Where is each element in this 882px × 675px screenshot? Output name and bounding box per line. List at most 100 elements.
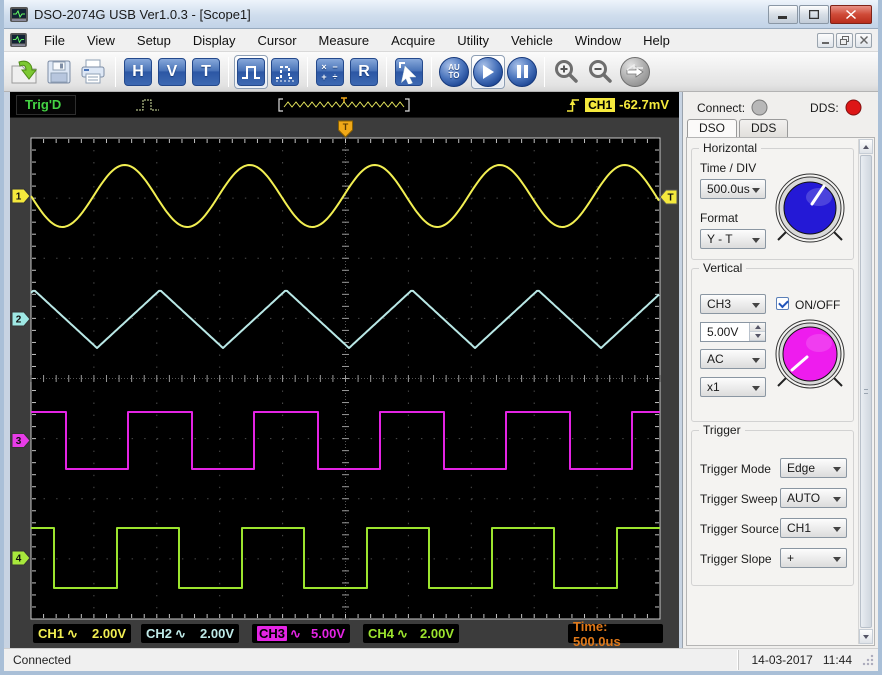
menu-acquire[interactable]: Acquire xyxy=(380,30,446,51)
format-value: Y - T xyxy=(707,232,733,246)
mdi-minimize-icon xyxy=(822,36,830,44)
time-div-select[interactable]: 500.0us xyxy=(700,179,766,199)
toolbar-separator xyxy=(228,57,229,87)
toolbar-separator xyxy=(431,57,432,87)
ch4-position-marker[interactable]: 4 xyxy=(12,551,30,565)
trigger-status-row: Trig'D CH1 -62.7mV xyxy=(10,92,679,118)
mdi-restore-button[interactable] xyxy=(836,33,853,48)
trigger-sweep-select[interactable]: AUTO xyxy=(780,488,847,508)
close-button[interactable] xyxy=(830,5,872,24)
mdi-minimize-button[interactable] xyxy=(817,33,834,48)
svg-text:1: 1 xyxy=(16,192,22,203)
stepper-down-button[interactable] xyxy=(750,332,765,341)
svg-text:+: + xyxy=(321,72,326,82)
menu-file[interactable]: File xyxy=(33,30,76,51)
menu-items: File View Setup Display Cursor Measure A… xyxy=(33,30,817,51)
tab-dds[interactable]: DDS xyxy=(739,119,788,137)
ch3-position-marker[interactable]: 3 xyxy=(12,434,30,448)
coupling-select[interactable]: AC xyxy=(700,349,766,369)
ch2-readout[interactable]: CH2 ∿ 2.00V xyxy=(141,624,239,643)
tab-dso[interactable]: DSO xyxy=(687,119,737,137)
menu-view[interactable]: View xyxy=(76,30,126,51)
ch2-coupling-icon: ∿ xyxy=(175,626,186,642)
autoset-button[interactable]: AUTO xyxy=(437,55,471,89)
probe-select[interactable]: x1 xyxy=(700,377,766,397)
trigger-mode-select[interactable]: Edge xyxy=(780,458,847,478)
volts-div-stepper[interactable]: 5.00V xyxy=(700,322,766,342)
menu-help[interactable]: Help xyxy=(632,30,681,51)
status-date: 14-03-2017 xyxy=(751,653,812,667)
menu-measure[interactable]: Measure xyxy=(308,30,381,51)
scroll-up-button[interactable] xyxy=(859,139,873,154)
reference-button[interactable]: R xyxy=(347,55,381,89)
menu-utility[interactable]: Utility xyxy=(446,30,500,51)
minimize-button[interactable] xyxy=(768,5,798,24)
ch4-coupling-icon: ∿ xyxy=(397,626,408,642)
ch3-readout[interactable]: CH3 ∿ 5.00V xyxy=(252,624,350,643)
ch1-readout[interactable]: CH1 ∿ 2.00V xyxy=(33,624,131,643)
chevron-down-icon xyxy=(833,497,841,502)
save-button[interactable] xyxy=(42,55,76,89)
ch1-position-marker[interactable]: 1 xyxy=(12,189,30,203)
auto-icon: AUTO xyxy=(439,57,469,87)
menu-setup[interactable]: Setup xyxy=(126,30,182,51)
svg-text:×: × xyxy=(321,62,326,72)
ch4-readout[interactable]: CH4 ∿ 2.00V xyxy=(363,624,459,643)
channel-select[interactable]: CH3 xyxy=(700,294,766,314)
trigger-source-select[interactable]: CH1 xyxy=(780,518,847,538)
chevron-down-icon xyxy=(752,188,760,193)
waveform-position-preview[interactable] xyxy=(276,96,412,114)
transfer-button[interactable] xyxy=(618,55,652,89)
stepper-up-button[interactable] xyxy=(750,323,765,332)
trigger-sweep-value: AUTO xyxy=(787,491,820,505)
horizontal-panel-button[interactable]: H xyxy=(121,55,155,89)
menu-vehicle[interactable]: Vehicle xyxy=(500,30,564,51)
menu-window[interactable]: Window xyxy=(564,30,632,51)
chevron-down-icon xyxy=(833,557,841,562)
zoom-in-icon xyxy=(554,59,580,85)
trigger-position-marker[interactable]: T xyxy=(339,121,353,137)
letter-h-icon: H xyxy=(124,58,152,86)
connect-label: Connect: xyxy=(697,101,745,115)
trigger-slope-select[interactable]: + xyxy=(780,548,847,568)
trigger-panel-button[interactable]: T xyxy=(189,55,223,89)
trigger-mode-value: Edge xyxy=(787,461,815,475)
vertical-panel-button[interactable]: V xyxy=(155,55,189,89)
vertical-position-knob[interactable] xyxy=(767,311,853,397)
transfer-arrows-icon xyxy=(625,64,645,80)
channel-onoff-checkbox[interactable] xyxy=(776,297,789,310)
math-button[interactable]: ×−+÷ xyxy=(313,55,347,89)
maximize-button[interactable] xyxy=(799,5,829,24)
open-button[interactable] xyxy=(8,55,42,89)
scroll-down-button[interactable] xyxy=(859,629,873,644)
pulse-dual-button[interactable] xyxy=(268,55,302,89)
scope-column: Trig'D CH1 -62.7mV 1 2 3 4 T T CH1 ∿ 2.00V xyxy=(10,92,679,648)
connection-status-row: Connect: DDS: xyxy=(683,92,878,119)
menu-display[interactable]: Display xyxy=(182,30,247,51)
format-select[interactable]: Y - T xyxy=(700,229,766,249)
scrollbar-grip xyxy=(864,389,868,394)
zoom-out-button[interactable] xyxy=(584,55,618,89)
trigger-source-badge[interactable]: CH1 xyxy=(585,98,615,112)
menu-cursor[interactable]: Cursor xyxy=(247,30,308,51)
cursor-measure-button[interactable] xyxy=(392,55,426,89)
resize-grip[interactable] xyxy=(862,654,874,666)
run-button[interactable] xyxy=(471,55,505,89)
zoom-in-button[interactable] xyxy=(550,55,584,89)
chevron-down-icon xyxy=(752,238,760,243)
ch2-position-marker[interactable]: 2 xyxy=(12,312,30,326)
mdi-close-button[interactable] xyxy=(855,33,872,48)
toolbar-separator xyxy=(544,57,545,87)
trigger-state-label: Trig'D xyxy=(16,95,76,115)
time-div-label: Time / DIV xyxy=(700,161,756,175)
letter-r-icon: R xyxy=(350,58,378,86)
status-time: 11:44 xyxy=(823,653,852,667)
pause-button[interactable] xyxy=(505,55,539,89)
print-button[interactable] xyxy=(76,55,110,89)
horizontal-position-knob[interactable] xyxy=(767,165,853,251)
trigger-level-marker[interactable]: T xyxy=(660,190,677,204)
app-window: DSO-2074G USB Ver1.0.3 - [Scope1] File V… xyxy=(0,0,882,675)
timebase-readout: Time: 500.0us xyxy=(568,624,663,643)
scrollbar-thumb[interactable] xyxy=(860,155,872,628)
pulse-single-button[interactable] xyxy=(234,55,268,89)
